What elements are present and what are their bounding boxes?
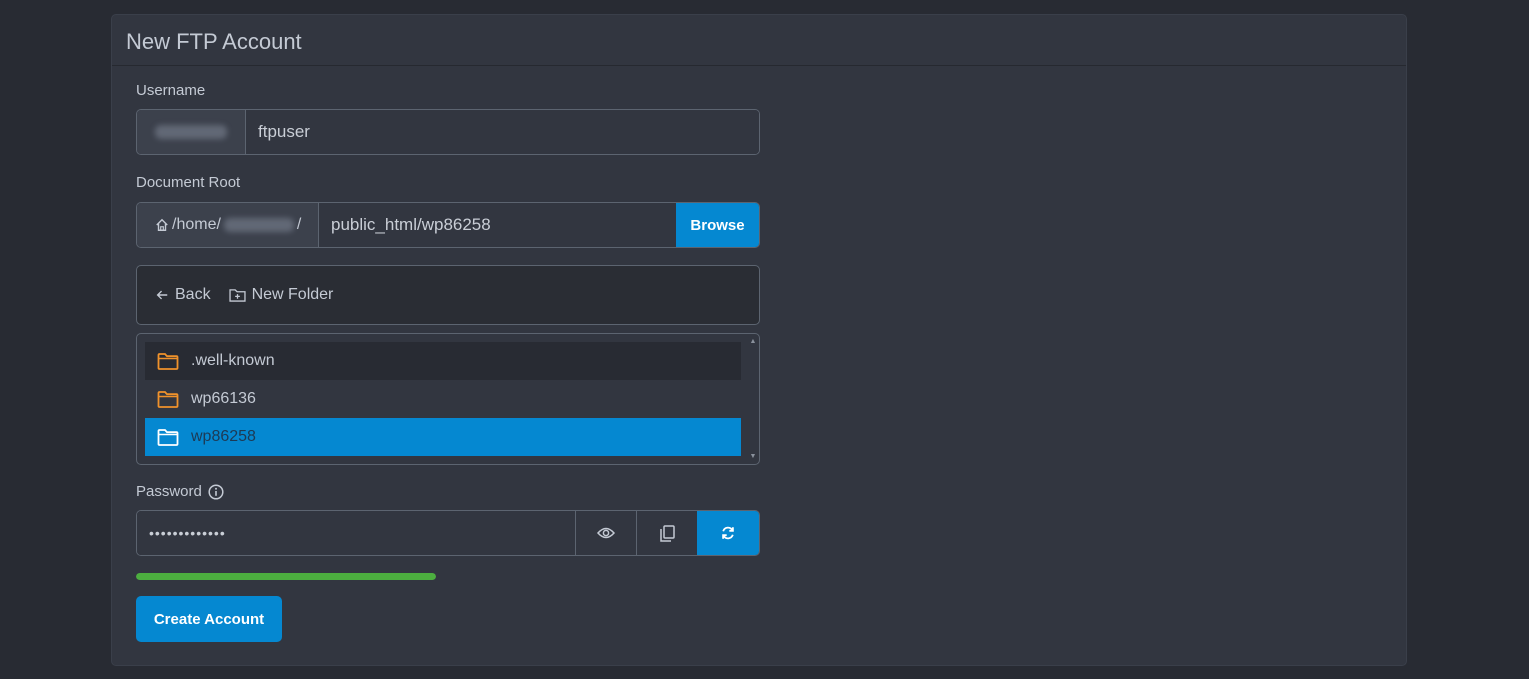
docroot-label: Document Root [136,174,241,191]
generate-password-button[interactable] [697,511,759,555]
username-input[interactable] [246,110,759,154]
scroll-down-icon[interactable]: ▼ [750,453,757,460]
new-folder-button[interactable]: New Folder [228,286,334,304]
username-group [136,109,760,155]
info-icon[interactable] [208,483,224,500]
password-strength-meter [136,573,436,580]
folder-item-wp66136[interactable]: wp66136 [145,380,741,418]
username-prefix-addon [137,110,246,154]
folder-item-wp86258[interactable]: wp86258 [145,418,741,456]
docroot-prefix-addon: /home/ / [137,203,319,247]
page-title: New FTP Account [126,29,302,54]
folder-name: wp66136 [191,390,256,407]
password-input[interactable] [137,511,575,555]
show-password-button[interactable] [575,511,636,555]
password-strength-fill [136,573,436,580]
docroot-group: /home/ / Browse [136,202,760,248]
password-label-row: Password [136,483,224,500]
docroot-input[interactable] [319,203,676,247]
new-folder-label: New Folder [251,286,334,303]
home-icon [156,218,168,231]
folder-name: .well-known [191,352,275,369]
file-browser-toolbar: Back New Folder [136,265,760,325]
folder-icon [157,390,179,408]
copy-icon [659,524,675,542]
arrow-left-icon [156,290,168,300]
password-group [136,510,760,556]
ftp-account-card: New FTP Account Username Document Root /… [111,14,1407,666]
folder-list: .well-known wp66136 wp86258 ▲ ▼ [136,333,760,465]
browse-button[interactable]: Browse [676,203,759,247]
folder-icon [157,352,179,370]
password-label: Password [136,483,202,500]
card-header: New FTP Account [112,15,1406,66]
create-account-button[interactable]: Create Account [136,596,282,642]
redacted-username [155,125,227,139]
docroot-prefix-slash: / [296,216,302,233]
username-label: Username [136,82,206,99]
refresh-icon [722,526,734,540]
redacted-home-user [223,218,294,232]
folder-plus-icon [228,289,246,302]
folder-list-scrollbar[interactable]: ▲ ▼ [749,338,757,460]
folder-item-well-known[interactable]: .well-known [145,342,741,380]
docroot-prefix: /home/ [172,216,221,233]
back-label: Back [175,286,211,303]
scroll-up-icon[interactable]: ▲ [750,338,757,345]
copy-password-button[interactable] [636,511,697,555]
folder-icon [157,428,179,446]
back-button[interactable]: Back [155,286,211,304]
folder-name: wp86258 [191,428,256,445]
eye-icon [597,527,615,539]
